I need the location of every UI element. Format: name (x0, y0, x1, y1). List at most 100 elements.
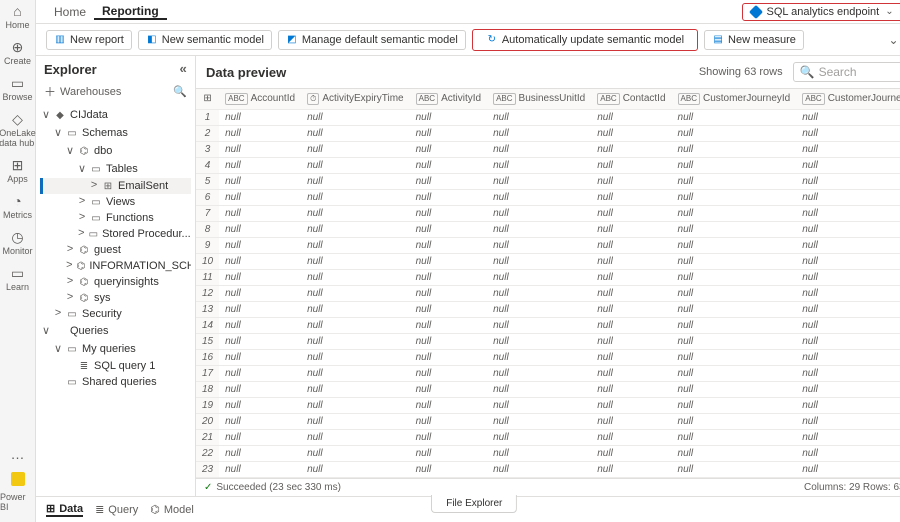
node-label: queryinsights (94, 276, 159, 288)
table-row[interactable]: 8nullnullnullnullnullnullnull (196, 221, 900, 237)
table-row[interactable]: 13nullnullnullnullnullnullnull (196, 301, 900, 317)
table-row[interactable]: 22nullnullnullnullnullnullnull (196, 445, 900, 461)
tree-node-guest[interactable]: >⌬guest (40, 242, 191, 258)
column-header-customerjourneyid[interactable]: ABCCustomerJourneyId (672, 89, 797, 109)
node-icon: ≣ (78, 361, 90, 372)
rail-product[interactable]: Power BI (0, 472, 35, 512)
rail-item-create[interactable]: ⊕Create (0, 40, 36, 66)
table-row[interactable]: 23nullnullnullnullnullnullnull (196, 461, 900, 477)
cell: null (219, 397, 301, 413)
table-row[interactable]: 19nullnullnullnullnullnullnull (196, 397, 900, 413)
twisty-icon: ∨ (78, 162, 86, 176)
tree-node-cijdata[interactable]: ∨◆CIJdata (40, 106, 191, 124)
file-explorer-button[interactable]: File Explorer (431, 495, 517, 513)
add-warehouse-icon[interactable]: ＋ (44, 83, 56, 100)
tree-node-security[interactable]: >▭Security (40, 306, 191, 322)
table-row[interactable]: 10nullnullnullnullnullnullnull (196, 253, 900, 269)
new-report-button[interactable]: ▥New report (46, 30, 132, 50)
new-measure-button[interactable]: ▤New measure (704, 30, 804, 50)
auto-update-model-button[interactable]: ↻Automatically update semantic model (479, 31, 691, 49)
rail-item-onelake-data-hub[interactable]: ◇OneLake data hub (0, 112, 36, 148)
table-row[interactable]: 12nullnullnullnullnullnullnull (196, 285, 900, 301)
footer-tab-model[interactable]: ⌬Model (150, 502, 194, 517)
table-row[interactable]: 18nullnullnullnullnullnullnull (196, 381, 900, 397)
twisty-icon: > (78, 212, 86, 224)
cell: null (672, 253, 797, 269)
search-icon[interactable]: 🔍 (173, 85, 187, 98)
table-row[interactable]: 20nullnullnullnullnullnullnull (196, 413, 900, 429)
cell: null (672, 173, 797, 189)
footer-tab-data[interactable]: ⊞Data (46, 502, 83, 517)
table-row[interactable]: 1nullnullnullnullnullnullnull (196, 109, 900, 125)
rownum-header[interactable]: ⊞ (196, 89, 219, 109)
rail-item-monitor[interactable]: ◷Monitor (0, 230, 36, 256)
cell: null (301, 365, 410, 381)
twisty-icon: ∨ (54, 126, 62, 140)
node-icon: ▭ (90, 213, 102, 224)
tree-node-schemas[interactable]: ∨▭Schemas (40, 124, 191, 142)
cell: null (487, 221, 591, 237)
tree-node-my-queries[interactable]: ∨▭My queries (40, 340, 191, 358)
toolbar-overflow[interactable]: ⌄ (885, 33, 900, 47)
table-row[interactable]: 11nullnullnullnullnullnullnull (196, 269, 900, 285)
cell: null (219, 461, 301, 477)
tree-node-queries[interactable]: ∨Queries (40, 322, 191, 340)
cell: null (219, 141, 301, 157)
preview-search-input[interactable]: 🔍 Search (793, 62, 900, 82)
footer-tab-query[interactable]: ≣Query (95, 502, 138, 517)
table-row[interactable]: 6nullnullnullnullnullnullnull (196, 189, 900, 205)
tree-node-stored-procedur-[interactable]: >▭Stored Procedur... (40, 226, 191, 242)
column-header-contactid[interactable]: ABCContactId (591, 89, 671, 109)
tree-node-sql-query-1[interactable]: ≣SQL query 1 (40, 358, 191, 374)
table-row[interactable]: 17nullnullnullnullnullnullnull (196, 365, 900, 381)
refresh-icon: ↻ (486, 34, 498, 46)
rail-item-browse[interactable]: ▭Browse (0, 76, 36, 102)
tree-node-functions[interactable]: >▭Functions (40, 210, 191, 226)
tree-node-emailsent[interactable]: >⊞EmailSent (40, 178, 191, 194)
tree-node-shared-queries[interactable]: ▭Shared queries (40, 374, 191, 390)
column-header-customerjourney[interactable]: ABCCustomerJourney (796, 89, 900, 109)
table-row[interactable]: 16nullnullnullnullnullnullnull (196, 349, 900, 365)
node-label: dbo (94, 145, 112, 157)
rail-item-apps[interactable]: ⊞Apps (0, 158, 36, 184)
tree-node-queryinsights[interactable]: >⌬queryinsights (40, 274, 191, 290)
cell: null (591, 317, 671, 333)
column-header-activityid[interactable]: ABCActivityId (410, 89, 487, 109)
table-row[interactable]: 7nullnullnullnullnullnullnull (196, 205, 900, 221)
cell: null (591, 445, 671, 461)
table-row[interactable]: 15nullnullnullnullnullnullnull (196, 333, 900, 349)
rail-item-home[interactable]: ⌂Home (0, 4, 36, 30)
cell: null (487, 173, 591, 189)
rail-item-learn[interactable]: ▭Learn (0, 266, 36, 292)
table-row[interactable]: 5nullnullnullnullnullnullnull (196, 173, 900, 189)
tab-reporting[interactable]: Reporting (94, 4, 167, 20)
collapse-explorer-button[interactable]: « (179, 62, 187, 77)
column-header-activityexpirytime[interactable]: ⏱ActivityExpiryTime (301, 89, 410, 109)
rail-item-metrics[interactable]: ◔Metrics (0, 194, 36, 220)
cell: null (410, 381, 487, 397)
table-row[interactable]: 9nullnullnullnullnullnullnull (196, 237, 900, 253)
cell: null (487, 189, 591, 205)
new-semantic-model-button[interactable]: ◧New semantic model (138, 30, 272, 50)
column-header-businessunitid[interactable]: ABCBusinessUnitId (487, 89, 591, 109)
data-grid[interactable]: ⊞ABCAccountId⏱ActivityExpiryTimeABCActiv… (196, 88, 900, 478)
cell: null (301, 445, 410, 461)
manage-default-model-button[interactable]: ◩Manage default semantic model (278, 30, 466, 50)
tree-node-tables[interactable]: ∨▭Tables (40, 160, 191, 178)
table-row[interactable]: 2nullnullnullnullnullnullnull (196, 125, 900, 141)
tree-node-information-sche-[interactable]: >⌬INFORMATION_SCHE... (40, 258, 191, 274)
report-icon: ▥ (54, 34, 66, 46)
twisty-icon: > (90, 180, 98, 192)
twisty-icon: > (54, 308, 62, 320)
tree-node-sys[interactable]: >⌬sys (40, 290, 191, 306)
tab-home[interactable]: Home (46, 5, 94, 19)
table-row[interactable]: 4nullnullnullnullnullnullnull (196, 157, 900, 173)
tree-node-views[interactable]: >▭Views (40, 194, 191, 210)
rail-overflow[interactable]: … (11, 446, 25, 462)
table-row[interactable]: 14nullnullnullnullnullnullnull (196, 317, 900, 333)
endpoint-dropdown[interactable]: SQL analytics endpoint ⌄ (742, 3, 900, 21)
table-row[interactable]: 3nullnullnullnullnullnullnull (196, 141, 900, 157)
column-header-accountid[interactable]: ABCAccountId (219, 89, 301, 109)
table-row[interactable]: 21nullnullnullnullnullnullnull (196, 429, 900, 445)
tree-node-dbo[interactable]: ∨⌬dbo (40, 142, 191, 160)
